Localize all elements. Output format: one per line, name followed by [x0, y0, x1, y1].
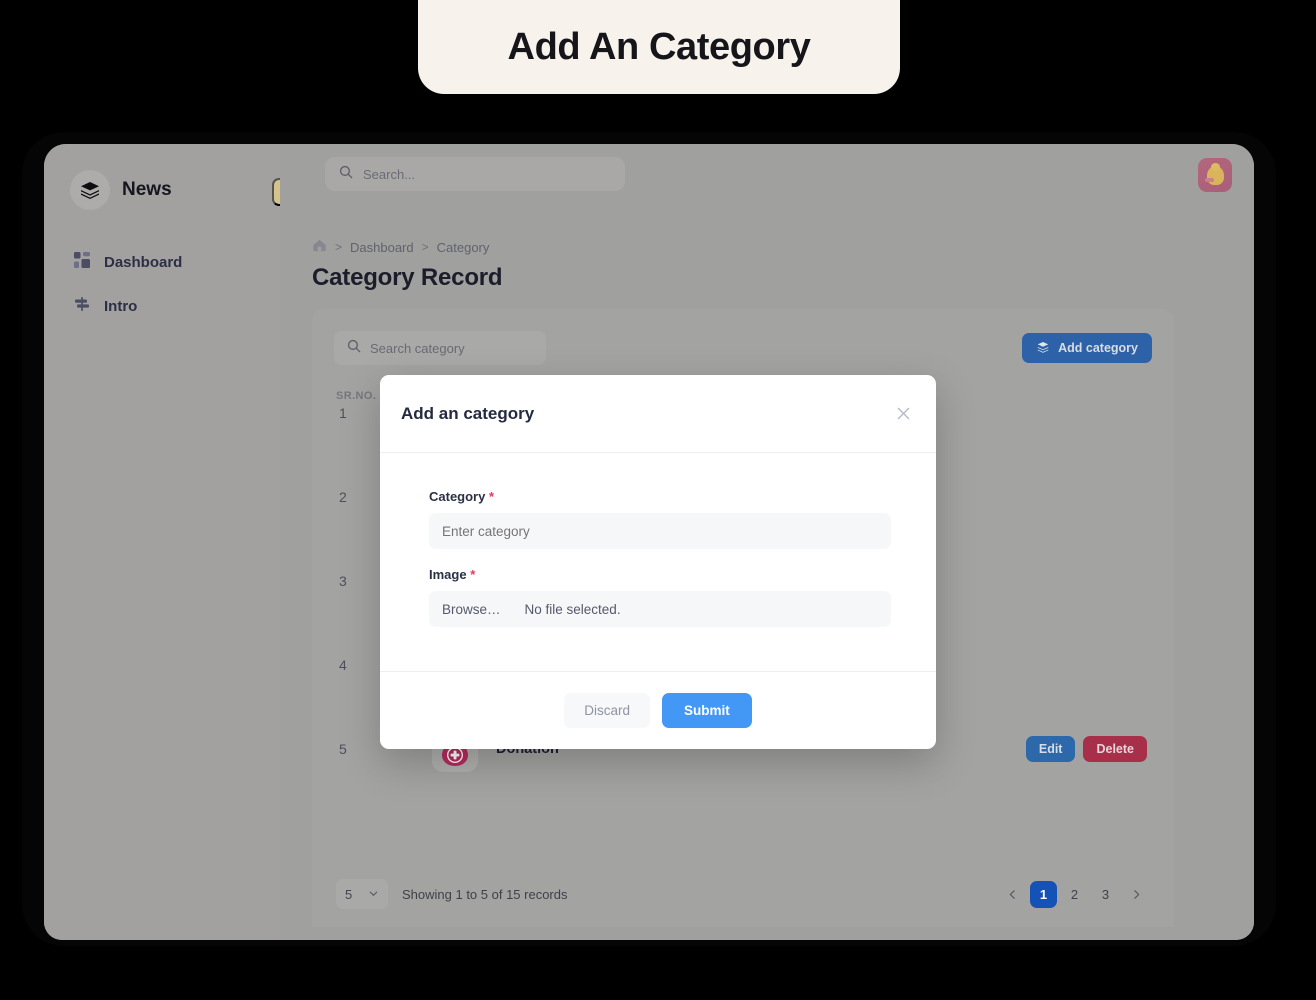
submit-button[interactable]: Submit [662, 693, 752, 728]
file-status-text: No file selected. [524, 601, 621, 617]
modal-header: Add an category [380, 375, 936, 453]
category-label-text: Category [429, 489, 486, 504]
image-file-input[interactable]: Browse… No file selected. [429, 591, 891, 627]
browse-button[interactable]: Browse… [442, 602, 501, 617]
category-input[interactable] [429, 513, 891, 549]
banner-title: Add An Category [507, 25, 811, 68]
image-field-label: Image * [429, 567, 887, 582]
modal-footer: Discard Submit [380, 671, 936, 749]
required-mark: * [488, 489, 495, 504]
modal-title: Add an category [401, 403, 535, 423]
add-category-modal: Add an category Category * Image * Brows… [380, 375, 936, 749]
modal-body: Category * Image * Browse… No file selec… [380, 453, 936, 627]
app-window: News Dashboard Intro Search... > Dashboa… [44, 144, 1254, 940]
close-icon[interactable] [890, 401, 916, 427]
image-label-text: Image [429, 567, 467, 582]
required-mark: * [470, 567, 476, 582]
discard-button[interactable]: Discard [564, 693, 650, 728]
page-banner: Add An Category [418, 0, 900, 94]
category-field-label: Category * [429, 489, 887, 504]
